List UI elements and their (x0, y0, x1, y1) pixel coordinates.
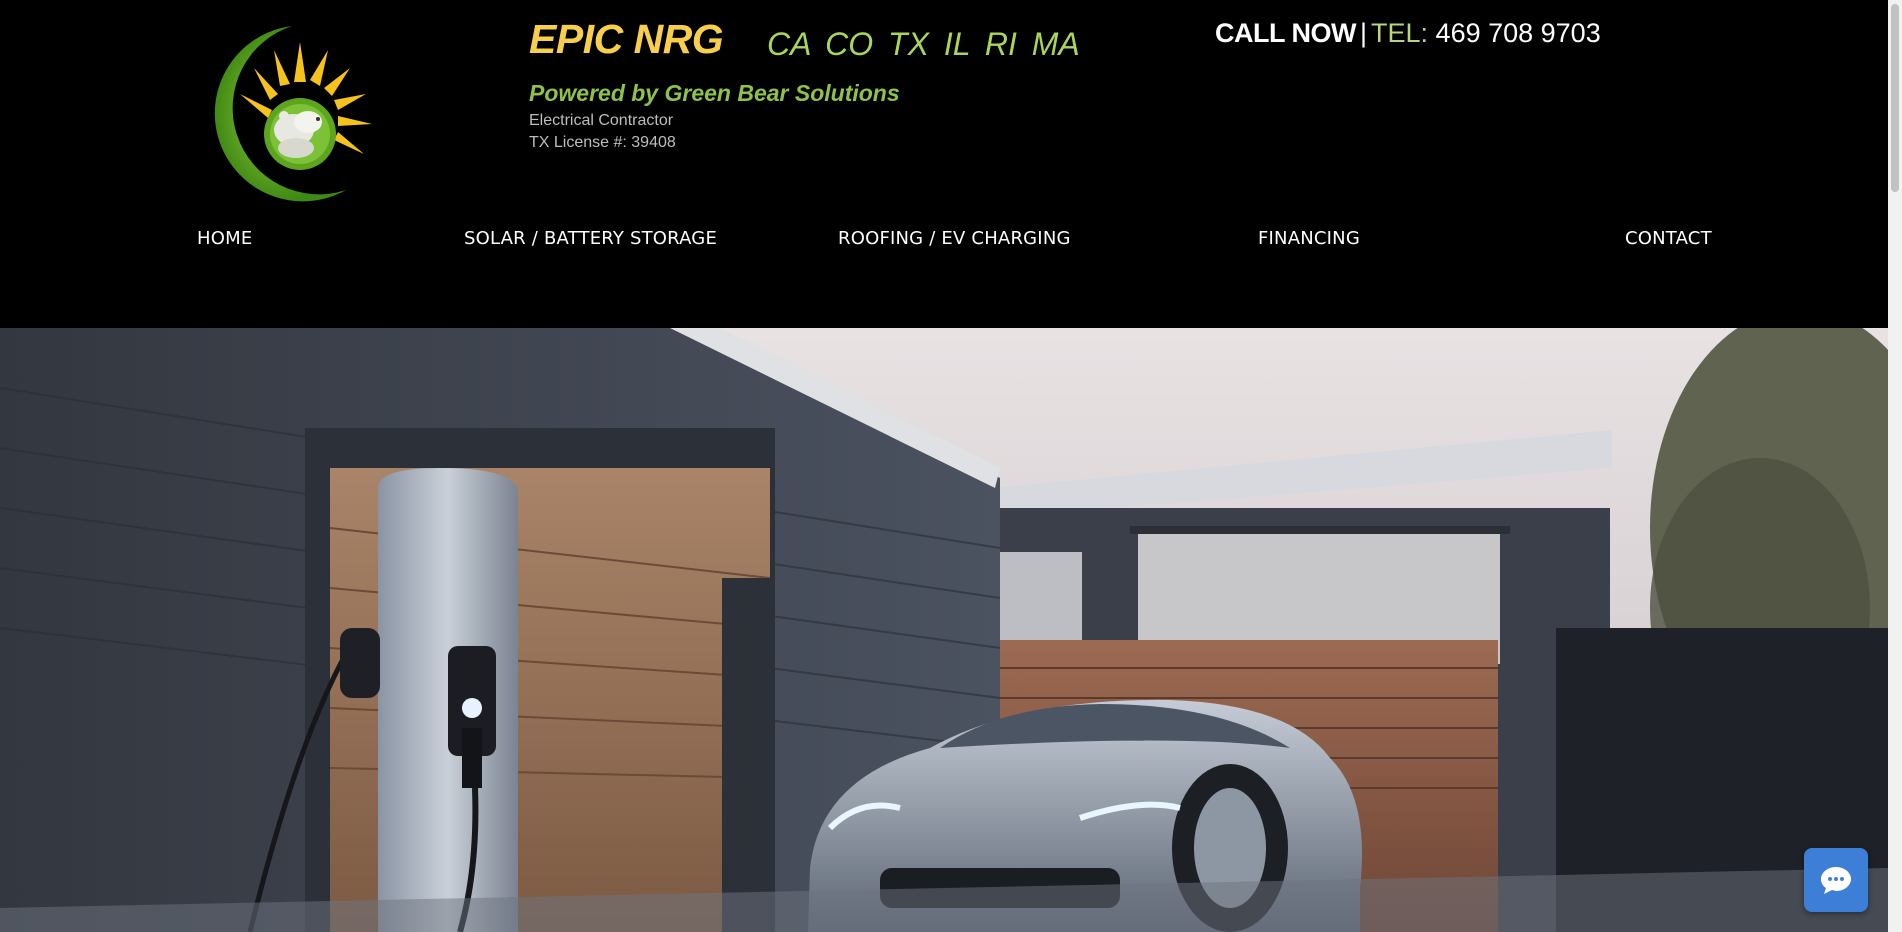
page-scrollbar[interactable] (1888, 0, 1902, 932)
main-nav: HOME SOLAR / BATTERY STORAGE ROOFING / E… (0, 228, 1888, 260)
tel-number[interactable]: 469 708 9703 (1436, 18, 1601, 48)
phone-contact[interactable]: CALL NOW | TEL: 469 708 9703 (1215, 18, 1601, 49)
nav-item-solar-battery-storage[interactable]: SOLAR / BATTERY STORAGE (464, 228, 717, 249)
service-states: CA CO TX IL RI MA (767, 26, 1080, 62)
nav-item-contact[interactable]: CONTACT (1625, 228, 1712, 249)
license-number: TX License #: 39408 (529, 134, 676, 151)
site-header: EPIC NRG CA CO TX IL RI MA Powered by Gr… (0, 0, 1888, 328)
tel-label: TEL: (1371, 18, 1429, 48)
chat-icon (1821, 867, 1851, 894)
scrollbar-thumb[interactable] (1891, 4, 1899, 192)
phone-separator: | (1359, 18, 1367, 48)
brand-title: EPIC NRG (529, 16, 724, 62)
hero-image (0, 328, 1888, 932)
chat-button[interactable] (1804, 848, 1868, 912)
company-logo[interactable] (196, 22, 394, 206)
ev-charging-garage-illustration (0, 328, 1888, 932)
contractor-type: Electrical Contractor (529, 112, 674, 129)
call-now-label: CALL NOW (1215, 18, 1356, 48)
sun-bear-logo-icon (214, 26, 372, 202)
nav-item-financing[interactable]: FINANCING (1258, 228, 1360, 249)
tagline: Powered by Green Bear Solutions (529, 80, 900, 106)
nav-item-home[interactable]: HOME (197, 228, 252, 249)
nav-item-roofing-ev-charging[interactable]: ROOFING / EV CHARGING (838, 228, 1071, 249)
